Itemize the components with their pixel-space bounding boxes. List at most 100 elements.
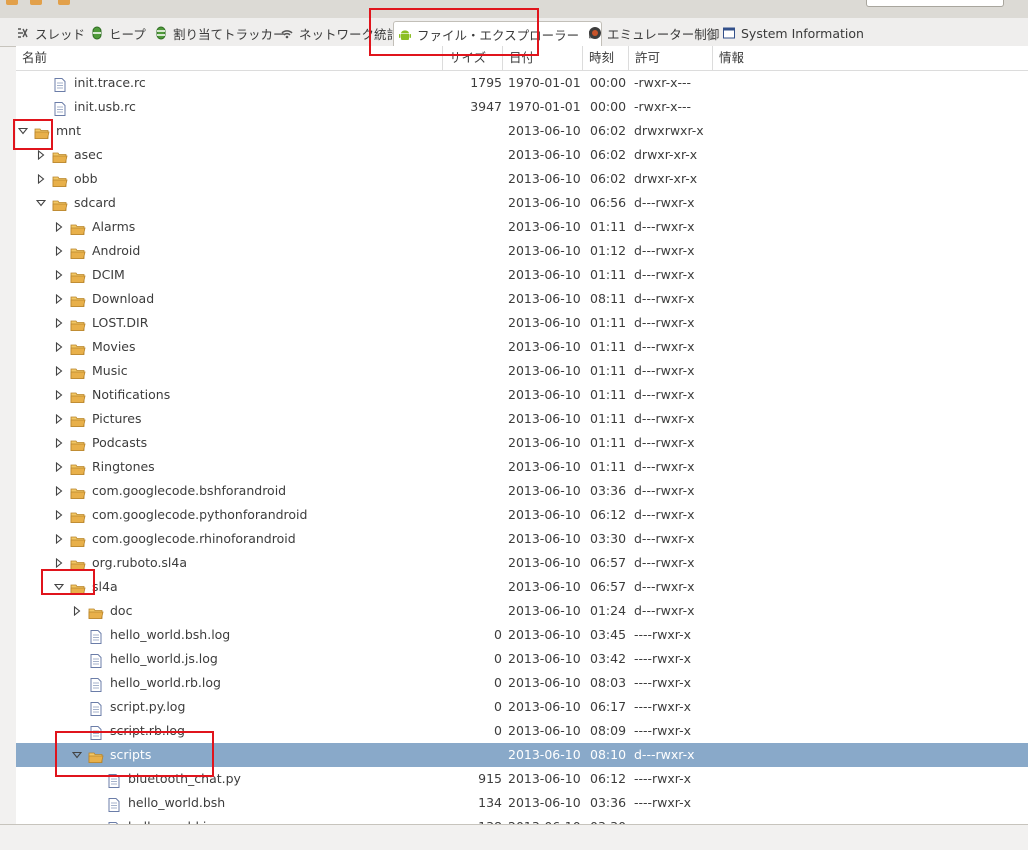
size-cell [442,311,502,335]
folder-icon [52,196,68,211]
table-row[interactable]: Movies 2013-06-10 01:11 d---rwxr-x [16,335,1028,359]
column-header-info[interactable]: 情報 [712,46,1028,70]
column-header-name[interactable]: 名前 [16,46,442,70]
table-row[interactable]: bluetooth_chat.py 915 2013-06-10 06:12 ----r… [16,767,1028,791]
tab-allocation-tracker[interactable]: 割り当てトラッカー [150,21,290,45]
expand-toggle-open-icon[interactable] [70,743,84,767]
table-row[interactable]: Download 2013-06-10 08:11 d---rwxr-x [16,287,1028,311]
table-row[interactable]: org.ruboto.sl4a 2013-06-10 06:57 d---rwxr-x [16,551,1028,575]
expand-toggle-closed-icon[interactable] [52,215,66,239]
expand-toggle-open-icon[interactable] [52,575,66,599]
date-cell: 2013-06-10 [508,507,581,522]
expand-toggle-closed-icon[interactable] [34,167,48,191]
expand-toggle-closed-icon[interactable] [52,311,66,335]
permission-cell: d---rwxr-x [634,507,695,522]
expand-toggle-closed-icon[interactable] [70,599,84,623]
table-row[interactable]: Alarms 2013-06-10 01:11 d---rwxr-x [16,215,1028,239]
expand-toggle-closed-icon[interactable] [52,455,66,479]
permission-cell: d---rwxr-x [634,219,695,234]
table-row[interactable]: sdcard 2013-06-10 06:56 d---rwxr-x [16,191,1028,215]
table-row[interactable]: com.googlecode.rhinoforandroid 2013-06-10… [16,527,1028,551]
tab-threads[interactable]: スレッド [12,21,89,45]
expand-toggle-closed-icon[interactable] [52,503,66,527]
table-row[interactable]: DCIM 2013-06-10 01:11 d---rwxr-x [16,263,1028,287]
column-header-time[interactable]: 時刻 [582,46,628,70]
quick-access-search[interactable] [866,0,1004,7]
table-row[interactable]: Music 2013-06-10 01:11 d---rwxr-x [16,359,1028,383]
toolbar-icon[interactable] [30,0,42,5]
table-row[interactable]: hello_world.js 138 2013-06-10 03:30 ----rwxr… [16,815,1028,824]
table-row[interactable]: sl4a 2013-06-10 06:57 d---rwxr-x [16,575,1028,599]
expand-toggle-closed-icon[interactable] [52,407,66,431]
table-row[interactable]: init.usb.rc 3947 1970-01-01 00:00 -rwxr-x--- [16,95,1028,119]
permission-cell: d---rwxr-x [634,387,695,402]
toolbar-icon[interactable] [58,0,70,5]
expand-toggle-closed-icon[interactable] [52,383,66,407]
expand-toggle-closed-icon[interactable] [52,335,66,359]
date-cell: 2013-06-10 [508,339,581,354]
table-row[interactable]: Notifications 2013-06-10 01:11 d---rwxr-x [16,383,1028,407]
permission-cell: d---rwxr-x [634,531,695,546]
tab-system-info[interactable]: System Information [718,21,868,45]
table-row[interactable]: Ringtones 2013-06-10 01:11 d---rwxr-x [16,455,1028,479]
expand-toggle-open-icon[interactable] [34,191,48,215]
table-row[interactable]: LOST.DIR 2013-06-10 01:11 d---rwxr-x [16,311,1028,335]
folder-icon [70,244,86,259]
table-row[interactable]: doc 2013-06-10 01:24 d---rwxr-x [16,599,1028,623]
expand-toggle-closed-icon[interactable] [34,143,48,167]
date-cell: 2013-06-10 [508,171,581,186]
tab-heap[interactable]: ヒープ [86,21,150,45]
folder-icon [70,436,86,451]
table-row[interactable]: com.googlecode.pythonforandroid 2013-06-1… [16,503,1028,527]
table-row[interactable]: scripts 2013-06-10 08:10 d---rwxr-x [16,743,1028,767]
expand-toggle-closed-icon[interactable] [52,551,66,575]
tab-label: ヒープ [109,26,146,42]
size-cell [442,335,502,359]
system-info-icon [722,26,736,40]
date-cell: 2013-06-10 [508,747,581,762]
time-cell: 03:45 [590,627,627,642]
table-row[interactable]: init.trace.rc 1795 1970-01-01 00:00 -rwxr-x-… [16,71,1028,95]
table-row[interactable]: hello_world.bsh.log 0 2013-06-10 03:45 ----r… [16,623,1028,647]
table-row[interactable]: com.googlecode.bshforandroid 2013-06-10 03… [16,479,1028,503]
expand-toggle-closed-icon[interactable] [52,239,66,263]
table-row[interactable]: script.py.log 0 2013-06-10 06:17 ----rwxr-x [16,695,1028,719]
time-cell: 03:30 [590,531,627,546]
permission-cell: -rwxr-x--- [634,99,692,114]
expand-toggle-closed-icon[interactable] [52,263,66,287]
size-cell: 915 [478,771,502,786]
date-cell: 2013-06-10 [508,483,581,498]
table-row[interactable]: asec 2013-06-10 06:02 drwxr-xr-x [16,143,1028,167]
date-cell: 2013-06-10 [508,555,581,570]
table-row[interactable]: Podcasts 2013-06-10 01:11 d---rwxr-x [16,431,1028,455]
date-cell: 2013-06-10 [508,411,581,426]
table-row[interactable]: hello_world.js.log 0 2013-06-10 03:42 ----rw… [16,647,1028,671]
expand-toggle-closed-icon[interactable] [52,359,66,383]
table-row[interactable]: hello_world.bsh 134 2013-06-10 03:36 ----rwx… [16,791,1028,815]
column-header-date[interactable]: 日付 [502,46,582,70]
column-header-size[interactable]: サイズ [442,46,502,70]
folder-icon [88,748,104,763]
table-row[interactable]: hello_world.rb.log 0 2013-06-10 08:03 ----rw… [16,671,1028,695]
tab-android[interactable]: ファイル・エクスプローラー⊠ [393,21,603,47]
time-cell: 01:11 [590,387,627,402]
table-row[interactable]: Pictures 2013-06-10 01:11 d---rwxr-x [16,407,1028,431]
expand-toggle-closed-icon[interactable] [52,527,66,551]
column-header-permissions[interactable]: 許可 [628,46,712,70]
date-cell: 2013-06-10 [508,459,581,474]
tab-emulator-control[interactable]: エミュレーター制御 [584,21,723,45]
name-cell: init.usb.rc [74,99,136,114]
table-row[interactable]: script.rb.log 0 2013-06-10 08:09 ----rwxr-x [16,719,1028,743]
size-cell: 3947 [470,99,502,114]
toolbar-icon[interactable] [6,0,18,5]
tab-network-stats[interactable]: ネットワーク統計 [276,21,403,45]
table-row[interactable]: obb 2013-06-10 06:02 drwxr-xr-x [16,167,1028,191]
size-cell: 0 [494,675,502,690]
size-cell [442,599,502,623]
expand-toggle-closed-icon[interactable] [52,287,66,311]
expand-toggle-closed-icon[interactable] [52,431,66,455]
expand-toggle-closed-icon[interactable] [52,479,66,503]
table-row[interactable]: mnt 2013-06-10 06:02 drwxrwxr-x [16,119,1028,143]
table-row[interactable]: Android 2013-06-10 01:12 d---rwxr-x [16,239,1028,263]
expand-toggle-open-icon[interactable] [16,119,30,143]
